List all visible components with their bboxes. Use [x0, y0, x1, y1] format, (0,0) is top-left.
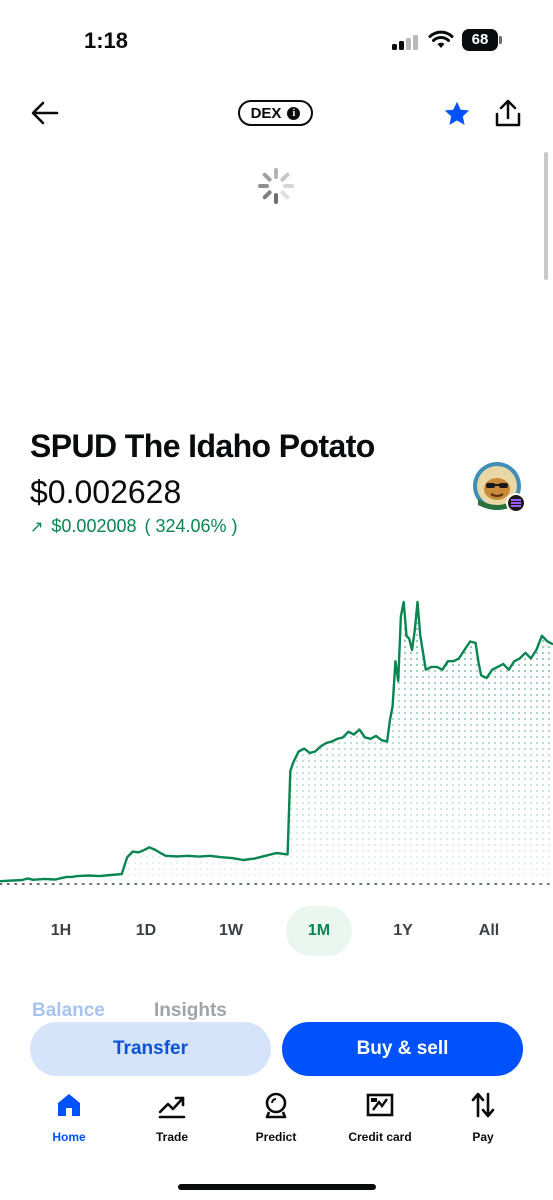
range-1h[interactable]: 1H [28, 906, 94, 956]
token-price: $0.002628 [30, 474, 182, 510]
nav-predict[interactable]: Predict [226, 1090, 326, 1144]
trend-up-arrow-icon: ↗ [30, 518, 44, 536]
time-range-selector: 1H 1D 1W 1M 1Y All [0, 904, 553, 958]
nav-label: Home [52, 1130, 86, 1144]
nav-label: Pay [472, 1130, 494, 1144]
cellular-signal-icon [392, 34, 420, 50]
crystal-ball-icon [261, 1090, 291, 1120]
transfer-arrows-icon [468, 1090, 498, 1120]
range-all[interactable]: All [456, 906, 522, 956]
nav-trade[interactable]: Trade [122, 1090, 222, 1144]
buy-sell-button[interactable]: Buy & sell [282, 1022, 523, 1076]
home-icon [54, 1090, 84, 1120]
token-name: SPUD The Idaho Potato [30, 428, 375, 464]
chart-area-fill [0, 602, 553, 884]
dex-badge[interactable]: DEX i [238, 100, 313, 126]
transfer-button[interactable]: Transfer [30, 1022, 271, 1076]
nav-home[interactable]: Home [19, 1090, 119, 1144]
loading-spinner-icon [258, 168, 294, 204]
change-percent: ( 324.06% ) [144, 516, 238, 536]
status-time: 1:18 [84, 28, 129, 53]
scrollbar[interactable] [544, 152, 548, 280]
nav-label: Predict [255, 1130, 297, 1144]
back-arrow-icon[interactable] [30, 98, 60, 128]
spud-token-logo-icon [473, 462, 526, 513]
credit-card-icon [365, 1090, 395, 1120]
price-chart[interactable] [0, 590, 553, 900]
nav-label: Trade [155, 1130, 188, 1144]
range-1y[interactable]: 1Y [370, 906, 436, 956]
price-change: ↗ $0.002008 ( 324.06% ) [30, 516, 238, 537]
battery-nub [499, 36, 502, 44]
wifi-icon [428, 30, 454, 48]
trend-up-icon [157, 1090, 187, 1120]
nav-credit-card[interactable]: Credit card [330, 1090, 430, 1144]
range-1m[interactable]: 1M [286, 906, 352, 956]
home-indicator [178, 1184, 376, 1190]
dex-label: DEX [250, 104, 282, 122]
range-1w[interactable]: 1W [198, 906, 264, 956]
tab-balance[interactable]: Balance [32, 1000, 105, 1022]
star-icon[interactable] [443, 100, 471, 128]
battery-indicator: 68 [462, 29, 498, 51]
share-icon[interactable] [493, 98, 523, 128]
range-1d[interactable]: 1D [113, 906, 179, 956]
info-icon: i [287, 106, 301, 120]
nav-pay[interactable]: Pay [433, 1090, 533, 1144]
change-amount: $0.002008 [51, 516, 137, 536]
bottom-nav: Home Trade Predict Credit card Pay [0, 1090, 553, 1160]
nav-label: Credit card [348, 1130, 412, 1144]
tab-insights[interactable]: Insights [154, 1000, 227, 1022]
